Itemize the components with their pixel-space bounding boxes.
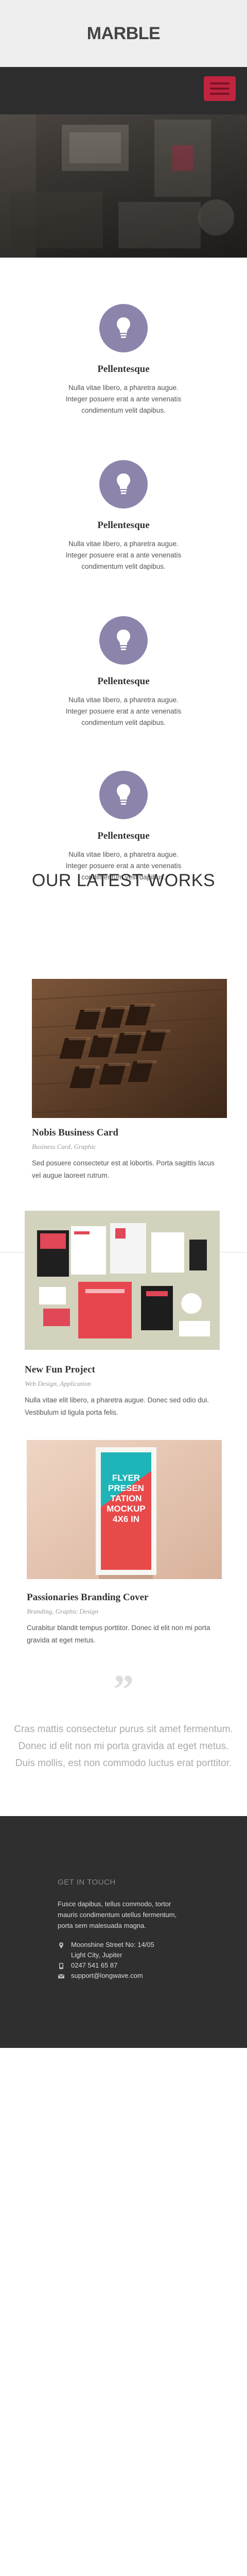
- lightbulb-icon: [117, 784, 130, 805]
- email-text: support@longwave.com: [71, 1972, 143, 1979]
- poster-text-line: PRESEN: [108, 1483, 144, 1493]
- feature-text-line: condimentum velit dapibus.: [81, 719, 166, 726]
- address-line: Light City, Jupiter: [71, 1951, 122, 1959]
- feature-item: Pellentesque Nulla vitae libero, a phare…: [0, 460, 247, 572]
- menu-line: [210, 82, 230, 84]
- feature-title: Pellentesque: [97, 364, 150, 375]
- feature-item: Pellentesque Nulla vitae libero, a phare…: [0, 616, 247, 728]
- poster-text-line: FLYER: [112, 1473, 140, 1483]
- contact-phone[interactable]: 0247 541 65 87: [58, 1960, 154, 1971]
- feature-title: Pellentesque: [97, 520, 150, 531]
- work-desc-line: Vestibulum id ligula porta felis.: [25, 1409, 118, 1416]
- work-desc-line: Sed posuere consectetur est at lobortis.…: [32, 1159, 215, 1167]
- menu-line: [210, 93, 230, 95]
- contact-email[interactable]: support@longwave.com: [58, 1971, 154, 1981]
- feature-text-line: condimentum velit dapibus.: [81, 406, 166, 414]
- address-line: Moonshine Street No: 14/05: [71, 1941, 154, 1948]
- contact-list: Moonshine Street No: 14/05 Light City, J…: [58, 1940, 154, 1981]
- work-title[interactable]: Passionaries Branding Cover: [27, 1592, 148, 1603]
- poster-text: FLYER PRESEN TATION MOCKUP 4X6 IN: [102, 1473, 150, 1524]
- work-description: Curabitur blandit tempus porttitor. Done…: [27, 1622, 227, 1647]
- feature-icon-circle: [99, 771, 148, 819]
- work-desc-line: gravida at eget metus.: [27, 1636, 96, 1644]
- feature-description: Nulla vitae libero, a pharetra augue. In…: [46, 694, 201, 728]
- hamburger-icon[interactable]: [204, 76, 236, 101]
- feature-title: Pellentesque: [97, 831, 150, 841]
- feature-text-line: Integer posuere erat a ante venenatis: [65, 862, 182, 870]
- work-category: Web Design, Application: [25, 1380, 91, 1387]
- work-title[interactable]: New Fun Project: [25, 1364, 95, 1376]
- menu-line: [210, 88, 230, 90]
- feature-text-line: Integer posuere erat a ante venenatis: [65, 395, 182, 403]
- location-icon: [59, 1942, 63, 1948]
- feature-text-line: Integer posuere erat a ante venenatis: [65, 707, 182, 715]
- work-category: Branding, Graphic Design: [27, 1607, 99, 1615]
- contact-address: Moonshine Street No: 14/05 Light City, J…: [58, 1940, 154, 1960]
- feature-icon-circle: [99, 616, 148, 665]
- section-title-works: OUR LATEST WORKS: [31, 871, 216, 890]
- poster-text-line: MOCKUP: [107, 1504, 146, 1514]
- footer-heading: GET IN TOUCH: [58, 1878, 116, 1887]
- site-header: MARBLE: [0, 0, 247, 67]
- feature-description: Nulla vitae libero, a pharetra augue. In…: [46, 538, 201, 572]
- quote-icon: ”: [113, 1667, 134, 1713]
- feature-text-line: Nulla vitae libero, a pharetra augue.: [68, 384, 179, 392]
- lightbulb-icon: [117, 473, 130, 494]
- work-description: Nulla vitae elit libero, a pharetra augu…: [25, 1394, 225, 1419]
- site-logo[interactable]: MARBLE: [0, 24, 247, 44]
- feature-description: Nulla vitae libero, a pharetra augue. In…: [46, 382, 201, 416]
- quote-line: Cras mattis consectetur purus sit amet f…: [14, 1724, 233, 1735]
- feature-item: Pellentesque Nulla vitae libero, a phare…: [0, 771, 247, 883]
- work-desc-line: Curabitur blandit tempus porttitor. Done…: [27, 1624, 210, 1632]
- feature-icon-circle: [99, 460, 148, 509]
- work-image[interactable]: [32, 979, 227, 1118]
- phone-text: 0247 541 65 87: [71, 1961, 118, 1969]
- feature-item: Pellentesque Nulla vitae libero, a phare…: [0, 304, 247, 416]
- footer-text-line: Fusce dapibus, tellus commodo, tortor: [58, 1900, 171, 1908]
- mail-icon: [58, 1974, 65, 1978]
- nav-bar: [0, 67, 247, 114]
- quote-line: Donec id elit non mi porta gravida at eg…: [18, 1741, 229, 1752]
- feature-text-line: Nulla vitae libero, a pharetra augue.: [68, 696, 179, 704]
- hero-image: [0, 114, 247, 258]
- feature-title: Pellentesque: [97, 676, 150, 687]
- work-image[interactable]: [25, 1211, 220, 1350]
- work-description: Sed posuere consectetur est at lobortis.…: [32, 1157, 227, 1182]
- feature-icon-circle: [99, 304, 148, 352]
- work-image[interactable]: FLYER PRESEN TATION MOCKUP 4X6 IN: [27, 1440, 222, 1579]
- poster-text-line: 4X6 IN: [113, 1514, 139, 1524]
- testimonial-quote: Cras mattis consectetur purus sit amet f…: [10, 1721, 237, 1772]
- lightbulb-icon: [117, 317, 130, 338]
- phone-icon: [59, 1963, 63, 1969]
- feature-text-line: Nulla vitae libero, a pharetra augue.: [68, 540, 179, 548]
- feature-text-line: Integer posuere erat a ante venenatis: [65, 551, 182, 559]
- lightbulb-icon: [117, 630, 130, 650]
- footer-text-line: porta sem malesuada magna.: [58, 1922, 146, 1929]
- quote-line: Duis mollis, est non commodo luctus erat…: [15, 1758, 232, 1769]
- work-title[interactable]: Nobis Business Card: [32, 1127, 118, 1139]
- feature-text-line: condimentum velit dapibus.: [81, 563, 166, 570]
- feature-text-line: Nulla vitae libero, a pharetra augue.: [68, 851, 179, 858]
- footer-text-line: mauris condimentum utellus fermentum,: [58, 1911, 177, 1919]
- work-desc-line: Nulla vitae elit libero, a pharetra augu…: [25, 1396, 209, 1404]
- site-footer: GET IN TOUCH Fusce dapibus, tellus commo…: [0, 1816, 247, 2048]
- poster-text-line: TATION: [110, 1494, 142, 1503]
- work-category: Business Card, Graphic: [32, 1143, 96, 1150]
- footer-description: Fusce dapibus, tellus commodo, tortor ma…: [58, 1899, 202, 1931]
- work-desc-line: vel augue laoreet rutrum.: [32, 1172, 110, 1179]
